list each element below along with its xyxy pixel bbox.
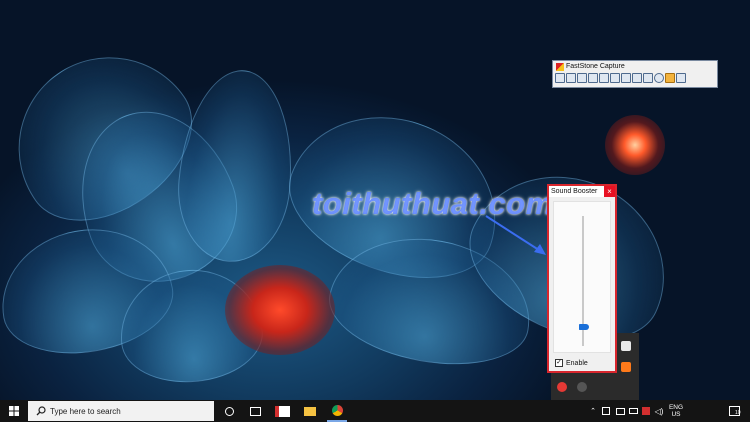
show-hidden-icons-button[interactable]: ⌃ [588, 400, 598, 422]
taskbar: Type here to search ⌃ ◁) ENG US 10 [0, 400, 750, 422]
faststone-capture-window[interactable]: FastStone Capture [552, 60, 718, 88]
settings-icon[interactable] [665, 73, 675, 83]
faststone-title-bar[interactable]: FastStone Capture [553, 61, 717, 72]
flower-core [225, 265, 335, 355]
language-label: ENG [668, 404, 684, 411]
tray-icon-1[interactable] [600, 400, 612, 422]
light-glow [605, 115, 665, 175]
volume-panel [553, 201, 611, 353]
enable-label: Enable [566, 359, 588, 367]
folder-icon [304, 406, 316, 416]
annotation-arrow [485, 215, 546, 255]
faststone-title: FastStone Capture [566, 63, 625, 70]
capture-rectangle-icon[interactable] [577, 73, 587, 83]
notification-count: 10 [735, 410, 741, 416]
device-icon [602, 407, 610, 415]
app-tray-icon[interactable] [621, 362, 631, 372]
tray-icon-3[interactable] [627, 400, 639, 422]
camera-tray-icon[interactable] [557, 382, 567, 392]
task-view-button[interactable] [246, 400, 264, 422]
cortana-button[interactable] [220, 400, 238, 422]
sound-booster-window[interactable]: Sound Booster × ✓ Enable [547, 184, 617, 373]
tray-icon-2[interactable] [614, 400, 626, 422]
search-placeholder: Type here to search [50, 406, 121, 416]
chevron-up-icon: ⌃ [590, 408, 596, 415]
action-center-button[interactable]: 10 [724, 400, 744, 422]
capture-window-object-icon[interactable] [566, 73, 576, 83]
collapse-icon[interactable] [676, 73, 686, 83]
speaker-icon: ◁) [654, 406, 664, 416]
task-view-icon [249, 406, 261, 416]
faststone-logo-icon [556, 62, 564, 71]
cortana-icon [224, 406, 234, 416]
enable-checkbox-row[interactable]: ✓ Enable [555, 359, 588, 367]
taskbar-app-explorer[interactable] [300, 400, 320, 422]
capture-active-window-icon[interactable] [555, 73, 565, 83]
close-button[interactable]: × [604, 186, 615, 197]
taskbar-app-foxit[interactable] [272, 400, 292, 422]
search-box[interactable]: Type here to search [28, 401, 214, 421]
windows-logo-icon [9, 406, 19, 416]
search-icon [36, 406, 46, 416]
screen-recorder-icon[interactable] [632, 73, 642, 83]
battery-icon [628, 408, 638, 414]
chrome-icon [331, 404, 343, 416]
sound-booster-title: Sound Booster [551, 188, 598, 195]
capture-scrolling-icon[interactable] [610, 73, 620, 83]
volume-slider-thumb[interactable] [579, 323, 589, 330]
region-label: US [671, 411, 681, 418]
vietkey-icon [642, 407, 650, 415]
faststone-toolbar [553, 72, 717, 84]
volume-tray-button[interactable]: ◁) [653, 400, 665, 422]
taskbar-app-chrome[interactable] [327, 400, 347, 422]
pdf-app-icon [274, 405, 290, 417]
menu-icon[interactable] [643, 73, 653, 83]
language-indicator[interactable]: ENG US [667, 400, 685, 422]
tray-icon-4[interactable] [640, 400, 652, 422]
monitor-icon [615, 407, 625, 415]
timer-icon[interactable] [654, 73, 664, 83]
capture-freehand-icon[interactable] [588, 73, 598, 83]
capture-fullscreen-icon[interactable] [599, 73, 609, 83]
enable-checkbox[interactable]: ✓ [555, 359, 563, 367]
media-tray-icon[interactable] [577, 382, 587, 392]
sound-booster-title-bar[interactable]: Sound Booster × [549, 186, 615, 197]
start-button[interactable] [4, 400, 24, 422]
capture-fixed-region-icon[interactable] [621, 73, 631, 83]
shield-icon[interactable] [621, 341, 631, 351]
